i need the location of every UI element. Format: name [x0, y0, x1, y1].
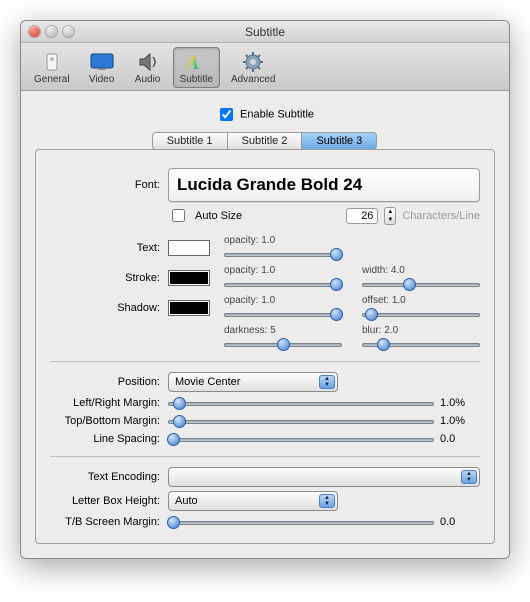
shadow-blur-slider[interactable] — [362, 337, 480, 351]
enable-subtitle-label: Enable Subtitle — [240, 108, 314, 120]
tab-subtitle-1[interactable]: Subtitle 1 — [152, 132, 228, 150]
line-spacing-value: 0.0 — [440, 433, 480, 445]
font-label: Font: — [50, 179, 168, 191]
stroke-label: Stroke: — [50, 272, 168, 284]
position-label: Position: — [50, 376, 168, 388]
tab-label: General — [34, 74, 70, 85]
font-button[interactable]: Lucida Grande Bold 24 — [168, 168, 480, 202]
divider — [50, 361, 480, 362]
line-spacing-slider[interactable] — [168, 432, 434, 446]
gear-icon — [239, 50, 267, 74]
display-icon — [88, 50, 116, 74]
auto-size-label: Auto Size — [195, 210, 242, 222]
line-spacing-label: Line Spacing: — [50, 433, 168, 445]
popup-arrows-icon: ▲▼ — [461, 470, 477, 484]
tab-advanced[interactable]: Advanced — [224, 47, 282, 88]
position-popup[interactable]: Movie Center ▲▼ — [168, 372, 338, 392]
tb-margin-slider[interactable] — [168, 414, 434, 428]
letterbox-popup[interactable]: Auto ▲▼ — [168, 491, 338, 511]
font-icon: A — [182, 50, 210, 74]
lr-margin-slider[interactable] — [168, 396, 434, 410]
text-color-well[interactable] — [168, 240, 210, 256]
text-encoding-label: Text Encoding: — [50, 471, 168, 483]
stroke-color-well[interactable] — [168, 270, 210, 286]
titlebar[interactable]: Subtitle — [21, 21, 509, 43]
tab-subtitle-2[interactable]: Subtitle 2 — [227, 132, 303, 150]
tb-screen-label: T/B Screen Margin: — [50, 516, 168, 528]
tab-general[interactable]: General — [27, 47, 77, 88]
chars-per-line-stepper[interactable]: ▲▼ — [384, 207, 396, 225]
tab-label: Audio — [135, 74, 161, 85]
tab-label: Video — [89, 74, 114, 85]
popup-arrows-icon: ▲▼ — [319, 494, 335, 508]
text-encoding-popup[interactable]: ▲▼ — [168, 467, 480, 487]
tab-subtitle-3[interactable]: Subtitle 3 — [301, 132, 377, 150]
lr-margin-label: Left/Right Margin: — [50, 397, 168, 409]
svg-text:A: A — [184, 52, 199, 73]
chars-per-line-unit: Characters/Line — [402, 210, 480, 222]
tb-screen-slider[interactable] — [168, 515, 434, 529]
content: Enable Subtitle Subtitle 1 Subtitle 2 Su… — [21, 91, 509, 558]
speaker-icon — [134, 50, 162, 74]
enable-subtitle-checkbox[interactable] — [220, 108, 233, 121]
stroke-width-slider[interactable] — [362, 277, 480, 291]
switch-icon — [38, 50, 66, 74]
popup-arrows-icon: ▲▼ — [319, 375, 335, 389]
auto-size-checkbox[interactable] — [172, 209, 185, 222]
tb-screen-value: 0.0 — [440, 516, 480, 528]
chars-per-line-field[interactable]: 26 — [346, 208, 378, 224]
tb-margin-value: 1.0% — [440, 415, 480, 427]
stroke-opacity-slider[interactable] — [224, 277, 342, 291]
text-label: Text: — [50, 242, 168, 254]
shadow-color-well[interactable] — [168, 300, 210, 316]
text-opacity-slider[interactable] — [224, 247, 342, 261]
lr-margin-value: 1.0% — [440, 397, 480, 409]
tab-video[interactable]: Video — [81, 47, 123, 88]
tab-label: Advanced — [231, 74, 275, 85]
window-title: Subtitle — [21, 25, 509, 39]
tab-subtitle[interactable]: A Subtitle — [173, 47, 220, 88]
shadow-darkness-slider[interactable] — [224, 337, 342, 351]
subtitle-pane: Font: Lucida Grande Bold 24 Auto Size 26… — [35, 149, 495, 544]
letterbox-label: Letter Box Height: — [50, 495, 168, 507]
shadow-opacity-slider[interactable] — [224, 307, 342, 321]
divider — [50, 456, 480, 457]
toolbar: General Video Audio A Subtitle — [21, 43, 509, 91]
preferences-window: Subtitle General Video Audio A — [20, 20, 510, 559]
tab-label: Subtitle — [180, 74, 213, 85]
shadow-offset-slider[interactable] — [362, 307, 480, 321]
shadow-label: Shadow: — [50, 302, 168, 314]
tb-margin-label: Top/Bottom Margin: — [50, 415, 168, 427]
tab-audio[interactable]: Audio — [127, 47, 169, 88]
subtitle-tabs: Subtitle 1 Subtitle 2 Subtitle 3 — [35, 132, 495, 150]
